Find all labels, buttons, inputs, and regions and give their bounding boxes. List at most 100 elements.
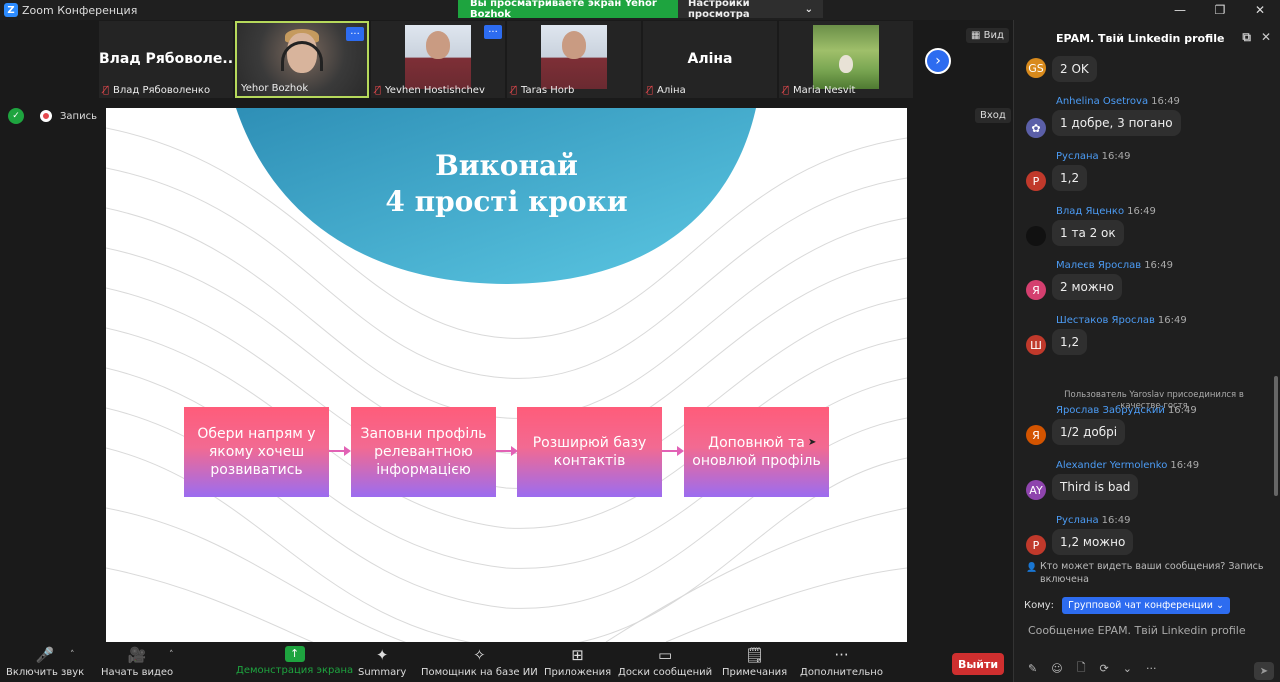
more-label: Дополнительно (800, 667, 883, 678)
whiteboards-label: Доски сообщений (618, 667, 713, 678)
recipient-value: Групповой чат конференции (1068, 600, 1213, 611)
chevron-right-icon: › (935, 53, 941, 69)
whiteboards-button[interactable]: ▭ Доски сообщений (618, 646, 712, 678)
zoom-logo-icon: Z (4, 3, 18, 17)
slide-title: Виконай 4 прості кроки (106, 148, 907, 220)
recipient-dropdown[interactable]: Групповой чат конференции ⌄ (1062, 597, 1230, 614)
unmute-label: Включить звук (6, 667, 85, 678)
more-icon[interactable]: ··· (1146, 662, 1157, 675)
leave-button[interactable]: Выйти (952, 653, 1004, 675)
more-options-icon[interactable]: ··· (484, 25, 502, 39)
start-video-button[interactable]: 🎥 Начать видео (101, 646, 173, 678)
more-button[interactable]: ··· Дополнительно (800, 646, 883, 678)
message-time: 16:49 (1157, 315, 1187, 326)
participant-photo (405, 25, 471, 89)
avatar: Р (1026, 171, 1046, 191)
message-input[interactable]: Сообщение EPAM. Твій Linkedin profile (1028, 624, 1246, 637)
message-time: 16:49 (1101, 151, 1131, 162)
share-banner-text: Вы просматриваете экран Yehor Bozhok (458, 0, 678, 20)
message-time: 16:49 (1101, 515, 1131, 526)
ai-assistant-label: Помощник на базе ИИ (421, 667, 538, 678)
privacy-note-text: Кто может видеть ваши сообщения? Запись … (1040, 561, 1264, 585)
ai-assistant-button[interactable]: ✧ Помощник на базе ИИ (421, 646, 538, 678)
avatar: Ш (1026, 335, 1046, 355)
chat-panel: EPAM. Твій Linkedin profile ⧉ ✕ GS 2 OK … (1013, 20, 1280, 682)
mouse-cursor-icon: ➤ (808, 437, 817, 448)
message-text: 1/2 добрі (1052, 419, 1126, 445)
participant-tile[interactable]: Аліна 🎙̸ Аліна (643, 21, 777, 98)
chevron-up-icon[interactable]: ˄ (169, 650, 174, 660)
message-text: 1,2 (1052, 165, 1088, 191)
mic-muted-icon: 🎙̸ (511, 85, 518, 96)
arrow-right-icon (662, 446, 684, 456)
view-label: Вид (983, 30, 1004, 41)
chevron-down-icon: ⌄ (804, 3, 813, 15)
file-icon[interactable]: 🗋 (1077, 659, 1086, 678)
minimize-icon[interactable]: — (1160, 0, 1200, 20)
participant-tile[interactable]: ··· 🎙̸ Yevhen Hostishchev (371, 21, 505, 98)
message-time: 16:49 (1151, 96, 1180, 107)
apps-icon: ⊞ (571, 646, 584, 664)
notes-icon: 🗒 (745, 646, 765, 664)
chevron-up-icon[interactable]: ˄ (70, 650, 75, 660)
message-time: 16:49 (1170, 460, 1200, 471)
avatar: AY (1026, 480, 1046, 500)
step-box: Заповни профіль релевантною інформацією (351, 407, 496, 497)
privacy-note[interactable]: 👤 Кто может видеть ваши сообщения? Запис… (1026, 560, 1270, 586)
avatar: ✿ (1026, 118, 1046, 138)
slide-title-line2: 4 прості кроки (385, 185, 628, 218)
summary-button[interactable]: ✦ Summary (358, 646, 406, 678)
recipient-row: Кому: Групповой чат конференции ⌄ (1024, 597, 1230, 614)
person-icon: 👤 (1026, 563, 1038, 573)
start-video-label: Начать видео (101, 667, 174, 678)
mic-off-icon: 🎤 (35, 646, 55, 664)
emoji-icon[interactable]: ☺ (1051, 662, 1062, 675)
participant-tile[interactable]: 🎙̸ Maria Nesvit (779, 21, 913, 98)
message-time: 16:49 (1167, 405, 1197, 416)
sparkle-icon: ✧ (473, 646, 486, 664)
chat-scrollbar[interactable] (1274, 376, 1278, 496)
participant-name: Аліна (657, 85, 686, 96)
more-options-icon[interactable]: ··· (346, 27, 364, 41)
composer-toolbar: ✎ ☺ 🗋 ⟳ ⌄ ··· (1028, 659, 1278, 678)
shield-icon[interactable]: ✓ (8, 108, 24, 124)
message-text: 1 та 2 ок (1052, 220, 1124, 246)
participant-tile-active[interactable]: ··· Yehor Bozhok (235, 21, 369, 98)
sender-name: Малеєв Ярослав (1056, 260, 1142, 271)
grid-icon: ▦ (971, 30, 981, 41)
format-icon[interactable]: ✎ (1028, 662, 1037, 675)
screenshot-icon[interactable]: ⟳ (1100, 662, 1109, 675)
message-time: 16:49 (1144, 260, 1174, 271)
participant-big-name: Влад Рябоволе... (99, 51, 233, 67)
participant-tile[interactable]: Влад Рябоволе... 🎙̸ Влад Рябоволенко (99, 21, 233, 98)
view-settings-button[interactable]: Настройки просмотра ⌄ (678, 0, 823, 20)
participant-name: Влад Рябоволенко (113, 85, 211, 96)
close-chat-icon[interactable]: ✕ (1261, 30, 1271, 45)
share-screen-button[interactable]: ↑ Демонстрация экрана (236, 646, 353, 676)
chat-title: EPAM. Твій Linkedin profile (1056, 31, 1225, 45)
view-button[interactable]: ▦ Вид (966, 28, 1009, 43)
apps-button[interactable]: ⊞ Приложения (544, 646, 611, 678)
restore-icon[interactable]: ❐ (1200, 0, 1240, 20)
chat-messages[interactable]: GS 2 OK Anhelina Osetrova 16:49 ✿ 1 добре… (1014, 56, 1272, 576)
avatar: Я (1026, 425, 1046, 445)
mic-muted-icon: 🎙̸ (103, 85, 110, 96)
participant-tile[interactable]: 🎙̸ Taras Horb (507, 21, 641, 98)
zoom-window: Z Zoom Конференция Вы просматриваете экр… (0, 0, 1280, 682)
chevron-down-icon[interactable]: ⌄ (1123, 662, 1132, 675)
mic-muted-icon: 🎙̸ (647, 85, 654, 96)
next-page-button[interactable]: › (925, 48, 951, 74)
slide-title-line1: Виконай (435, 149, 578, 182)
participant-name: Yehor Bozhok (241, 83, 309, 94)
chat-header: EPAM. Твій Linkedin profile ⧉ ✕ (1014, 20, 1280, 56)
summary-label: Summary (358, 667, 407, 678)
send-icon[interactable]: ➤ (1254, 662, 1274, 680)
pop-out-icon[interactable]: ⧉ (1242, 30, 1251, 45)
record-label[interactable]: Запись (60, 111, 97, 122)
video-strip: Влад Рябоволе... 🎙̸ Влад Рябоволенко ··· … (0, 20, 1013, 100)
to-label: Кому: (1024, 600, 1055, 611)
close-icon[interactable]: ✕ (1240, 0, 1280, 20)
window-title: Zoom Конференция (22, 3, 138, 17)
notes-button[interactable]: 🗒 Примечания (722, 646, 787, 678)
enter-button[interactable]: Вход (975, 108, 1011, 123)
